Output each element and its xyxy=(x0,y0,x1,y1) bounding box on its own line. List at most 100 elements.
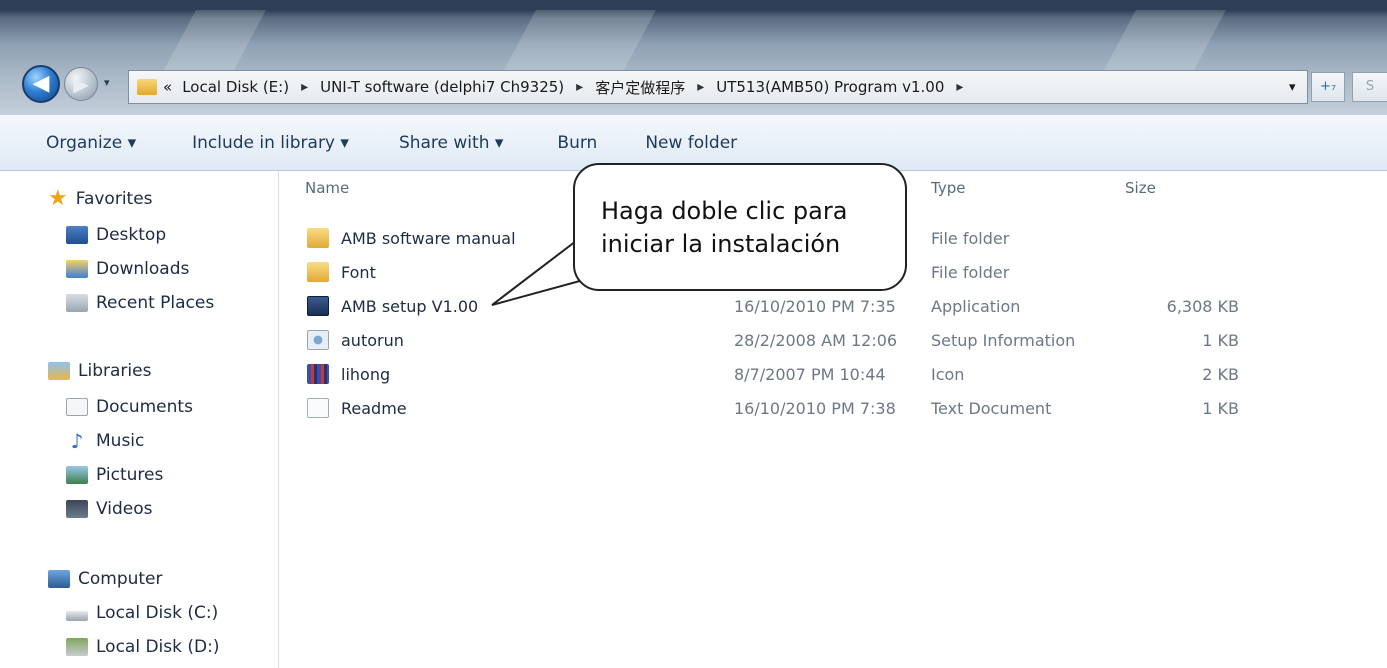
file-name: Font xyxy=(341,263,376,282)
documents-icon xyxy=(66,398,88,416)
breadcrumb-local-disk-e[interactable]: Local Disk (E:) xyxy=(180,78,291,96)
desktop-icon xyxy=(66,226,88,244)
file-size: 1 KB xyxy=(1202,399,1239,418)
sidebar-item-label: Documents xyxy=(96,397,193,417)
back-arrow-icon: ◀ xyxy=(32,71,50,96)
application-icon xyxy=(307,296,329,316)
file-size: 6,308 KB xyxy=(1166,297,1239,316)
sidebar-item-desktop[interactable]: Desktop xyxy=(66,225,166,245)
file-name: Readme xyxy=(341,399,407,418)
file-date: 16/10/2010 PM 7:38 xyxy=(734,399,896,418)
breadcrumb-separator-icon[interactable]: ▸ xyxy=(697,79,704,95)
sidebar-item-label: Favorites xyxy=(75,189,153,209)
folder-icon xyxy=(307,228,329,248)
downloads-icon xyxy=(66,260,88,278)
file-type: Icon xyxy=(931,365,965,384)
folder-icon xyxy=(307,262,329,282)
refresh-button[interactable]: +₇ xyxy=(1311,72,1345,102)
recent-pages-dropdown[interactable]: ▾ xyxy=(104,76,110,89)
videos-icon xyxy=(66,500,88,518)
file-name: AMB setup V1.00 xyxy=(341,297,479,316)
sidebar-item-label: Libraries xyxy=(78,361,152,381)
sidebar-item-music[interactable]: ♪ Music xyxy=(66,429,145,453)
refresh-icon: +₇ xyxy=(1319,79,1337,94)
breadcrumb-ut513-program[interactable]: UT513(AMB50) Program v1.00 xyxy=(714,78,946,96)
sidebar-item-local-disk-c[interactable]: Local Disk (C:) xyxy=(66,603,218,623)
file-name: lihong xyxy=(341,365,391,384)
chevron-down-icon: ▾ xyxy=(104,76,110,89)
address-dropdown-icon[interactable]: ▾ xyxy=(1289,80,1296,95)
sidebar-item-label: Local Disk (D:) xyxy=(96,637,220,657)
callout-text-line: iniciar la instalación xyxy=(601,230,841,258)
glass-streak xyxy=(1104,10,1226,70)
share-with-button[interactable]: Share with ▾ xyxy=(389,133,513,153)
glass-streak xyxy=(504,10,656,70)
sidebar-item-videos[interactable]: Videos xyxy=(66,499,153,519)
file-type: File folder xyxy=(931,229,1010,248)
breadcrumb-custom-programs[interactable]: 客户定做程序 xyxy=(593,77,687,98)
recent-places-icon xyxy=(66,294,88,312)
file-date: 8/7/2007 PM 10:44 xyxy=(734,365,886,384)
navigation-pane: ★ Favorites Desktop Downloads Recent Pla… xyxy=(0,171,279,668)
breadcrumb-separator-icon[interactable]: ▸ xyxy=(576,79,583,95)
file-row[interactable]: AMB setup V1.00 16/10/2010 PM 7:35 Appli… xyxy=(279,291,1387,323)
star-icon: ★ xyxy=(48,186,68,211)
sidebar-item-pictures[interactable]: Pictures xyxy=(66,465,163,485)
new-folder-button[interactable]: New folder xyxy=(635,133,747,153)
sidebar-item-label: Recent Places xyxy=(96,293,215,313)
forward-arrow-icon: ▶ xyxy=(73,72,89,96)
file-name: AMB software manual xyxy=(341,229,516,248)
music-icon: ♪ xyxy=(70,429,84,453)
sidebar-item-label: Music xyxy=(96,431,145,451)
callout-bubble: Haga doble clic para iniciar la instalac… xyxy=(573,163,907,291)
sidebar-item-recent-places[interactable]: Recent Places xyxy=(66,293,214,313)
sidebar-favorites[interactable]: ★ Favorites xyxy=(48,186,153,211)
sidebar-item-local-disk-d[interactable]: Local Disk (D:) xyxy=(66,637,219,657)
organize-button[interactable]: Organize ▾ xyxy=(36,133,146,153)
file-row[interactable]: autorun 28/2/2008 AM 12:06 Setup Informa… xyxy=(279,325,1387,357)
drive-icon xyxy=(66,611,88,621)
pictures-icon xyxy=(66,466,88,484)
sidebar-item-documents[interactable]: Documents xyxy=(66,397,193,417)
column-header-name[interactable]: Name xyxy=(305,179,349,197)
file-row[interactable]: Readme 16/10/2010 PM 7:38 Text Document … xyxy=(279,393,1387,425)
libraries-icon xyxy=(48,362,70,380)
sidebar-item-label: Local Disk (C:) xyxy=(96,603,219,623)
file-size: 1 KB xyxy=(1202,331,1239,350)
search-icon: S xyxy=(1365,79,1375,94)
icon-file-icon xyxy=(307,364,329,384)
text-document-icon xyxy=(307,398,329,418)
burn-button[interactable]: Burn xyxy=(547,133,607,153)
forward-button[interactable]: ▶ xyxy=(64,67,98,101)
file-date: 16/10/2010 PM 7:35 xyxy=(734,297,896,316)
callout-text-line: Haga doble clic para xyxy=(601,197,848,225)
setup-info-icon xyxy=(307,330,329,350)
file-type: Text Document xyxy=(931,399,1052,418)
column-header-size[interactable]: Size xyxy=(1125,179,1156,197)
sidebar-item-label: Downloads xyxy=(96,259,190,279)
folder-icon xyxy=(137,79,157,95)
sidebar-item-label: Pictures xyxy=(96,465,164,485)
file-type: Setup Information xyxy=(931,331,1076,350)
glass-streak xyxy=(164,10,266,70)
computer-icon xyxy=(48,570,70,588)
breadcrumb-separator-icon[interactable]: ▸ xyxy=(956,79,963,95)
include-in-library-button[interactable]: Include in library ▾ xyxy=(182,133,359,153)
sidebar-libraries[interactable]: Libraries xyxy=(48,361,151,381)
sidebar-item-label: Computer xyxy=(78,569,163,589)
search-box[interactable]: S xyxy=(1352,72,1387,102)
sidebar-computer[interactable]: Computer xyxy=(48,569,163,589)
back-button[interactable]: ◀ xyxy=(22,65,60,103)
file-row[interactable]: lihong 8/7/2007 PM 10:44 Icon 2 KB xyxy=(279,359,1387,391)
file-type: Application xyxy=(931,297,1021,316)
file-name: autorun xyxy=(341,331,404,350)
file-date: 28/2/2008 AM 12:06 xyxy=(734,331,898,350)
drive-icon xyxy=(66,638,88,656)
file-type: File folder xyxy=(931,263,1010,282)
column-header-type[interactable]: Type xyxy=(931,179,965,197)
breadcrumb-uni-t-software[interactable]: UNI-T software (delphi7 Ch9325) xyxy=(318,78,566,96)
breadcrumb-overflow[interactable]: « xyxy=(163,78,172,96)
address-bar[interactable]: « Local Disk (E:) ▸ UNI-T software (delp… xyxy=(128,70,1308,104)
sidebar-item-downloads[interactable]: Downloads xyxy=(66,259,189,279)
breadcrumb-separator-icon[interactable]: ▸ xyxy=(301,79,308,95)
